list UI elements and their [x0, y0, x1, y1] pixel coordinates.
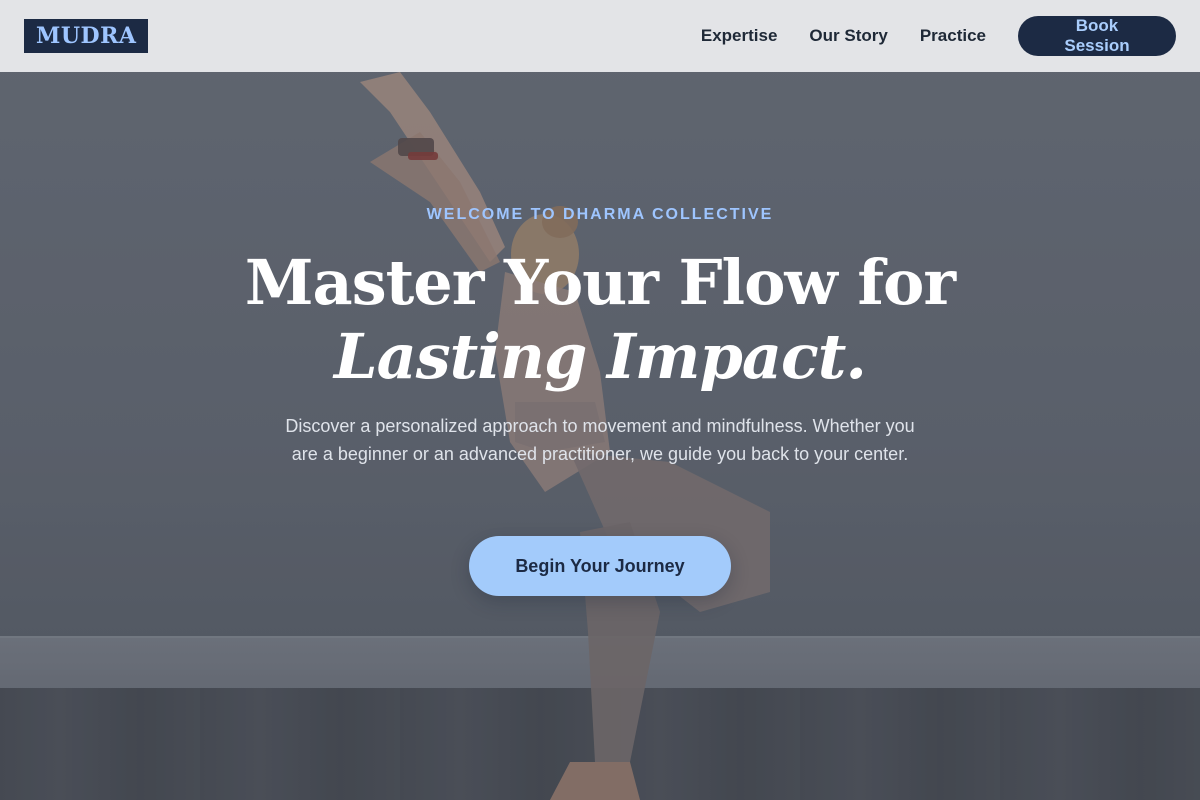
landing-page: MUDRA Expertise Our Story Practice Book … [0, 0, 1200, 800]
hero-headline-line1: Master Your Flow for [244, 246, 956, 319]
nav-link-expertise[interactable]: Expertise [701, 26, 778, 46]
hero-dark-overlay [0, 0, 1200, 800]
nav-link-our-story[interactable]: Our Story [809, 26, 887, 46]
hero-eyebrow: WELCOME TO DHARMA COLLECTIVE [426, 206, 774, 223]
nav-link-practice[interactable]: Practice [920, 26, 986, 46]
site-header: MUDRA Expertise Our Story Practice Book … [0, 0, 1200, 72]
hero-headline-line2: Lasting Impact. [334, 320, 867, 393]
main-nav: Expertise Our Story Practice Book Sessio… [701, 16, 1176, 56]
brand-logo[interactable]: MUDRA [24, 19, 149, 53]
hero-description: Discover a personalized approach to move… [285, 416, 915, 464]
book-session-button[interactable]: Book Session [1018, 16, 1176, 56]
begin-journey-button[interactable]: Begin Your Journey [469, 536, 731, 596]
